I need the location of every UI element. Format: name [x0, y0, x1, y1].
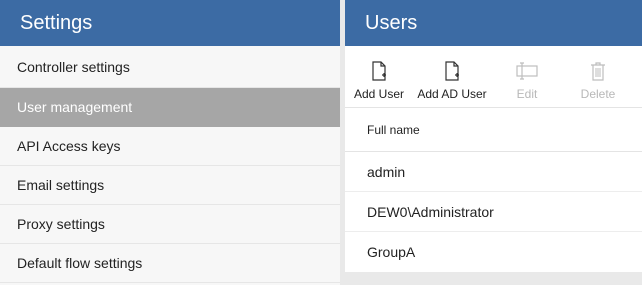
delete-icon: [587, 60, 609, 82]
settings-nav: Controller settings User management API …: [0, 46, 340, 283]
settings-title: Settings: [0, 0, 340, 46]
edit-icon: [516, 60, 538, 82]
users-panel: Users Add User Add AD User Edit Delete F…: [345, 0, 642, 285]
nav-item-proxy-settings[interactable]: Proxy settings: [0, 205, 340, 244]
table-row[interactable]: admin: [345, 152, 642, 192]
users-toolbar: Add User Add AD User Edit Delete: [345, 46, 642, 108]
add-user-icon: [368, 60, 390, 82]
edit-button[interactable]: Edit: [505, 60, 549, 101]
nav-item-email-settings[interactable]: Email settings: [0, 166, 340, 205]
nav-item-default-flow-settings[interactable]: Default flow settings: [0, 244, 340, 283]
settings-panel: Settings Controller settings User manage…: [0, 0, 340, 285]
add-user-label: Add User: [353, 87, 405, 101]
table-row[interactable]: DEW0\Administrator: [345, 192, 642, 232]
edit-label: Edit: [516, 87, 538, 101]
nav-item-user-management[interactable]: User management: [0, 88, 340, 127]
users-table: Full name admin DEW0\Administrator Group…: [345, 108, 642, 272]
delete-button[interactable]: Delete: [575, 60, 621, 101]
table-row[interactable]: GroupA: [345, 232, 642, 272]
delete-label: Delete: [580, 87, 616, 101]
nav-item-api-access-keys[interactable]: API Access keys: [0, 127, 340, 166]
nav-item-controller-settings[interactable]: Controller settings: [0, 46, 340, 88]
users-title: Users: [345, 0, 642, 46]
add-ad-user-icon: [441, 60, 463, 82]
column-header-full-name[interactable]: Full name: [345, 108, 642, 152]
add-user-button[interactable]: Add User: [353, 60, 405, 101]
add-ad-user-button[interactable]: Add AD User: [417, 60, 487, 101]
add-ad-user-label: Add AD User: [417, 87, 487, 101]
